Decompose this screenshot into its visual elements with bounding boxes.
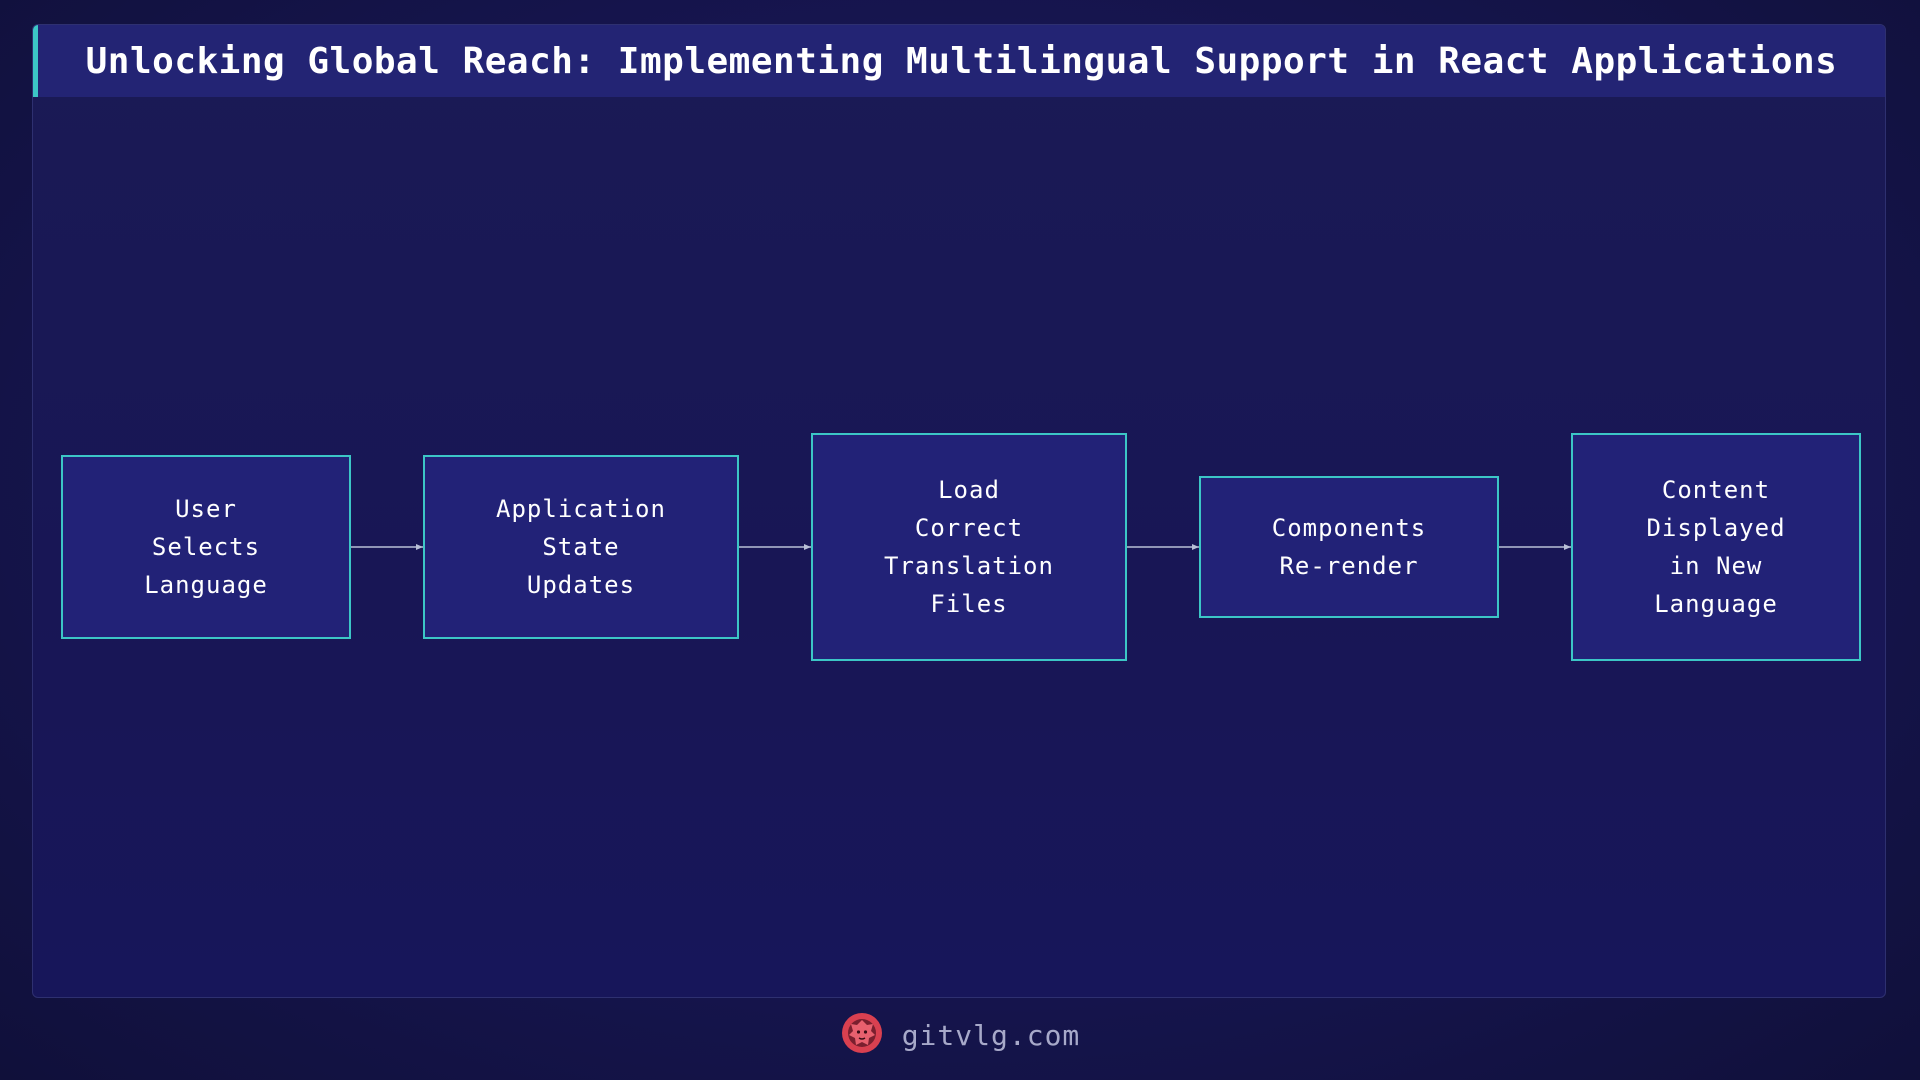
node-label: Components Re-render [1271,514,1427,580]
node-user-selects-language: User Selects Language [61,455,351,639]
node-components-rerender: Components Re-render [1199,476,1499,618]
node-load-translation-files: Load Correct Translation Files [811,433,1127,661]
node-content-displayed: Content Displayed in New Language [1571,433,1861,661]
node-label: User Selects Language [144,495,268,599]
diagram-panel: Unlocking Global Reach: Implementing Mul… [32,24,1886,998]
lion-head-icon [840,1011,884,1059]
node-label: Load Correct Translation Files [884,476,1054,618]
node-label: Content Displayed in New Language [1646,476,1786,618]
slide: Unlocking Global Reach: Implementing Mul… [0,0,1920,1080]
footer: gitvlg.com [0,1010,1920,1060]
node-application-state-updates: Application State Updates [423,455,739,639]
node-label: Application State Updates [496,495,666,599]
flowchart: User Selects Language Application State … [33,25,1885,997]
site-link[interactable]: gitvlg.com [902,1019,1081,1052]
